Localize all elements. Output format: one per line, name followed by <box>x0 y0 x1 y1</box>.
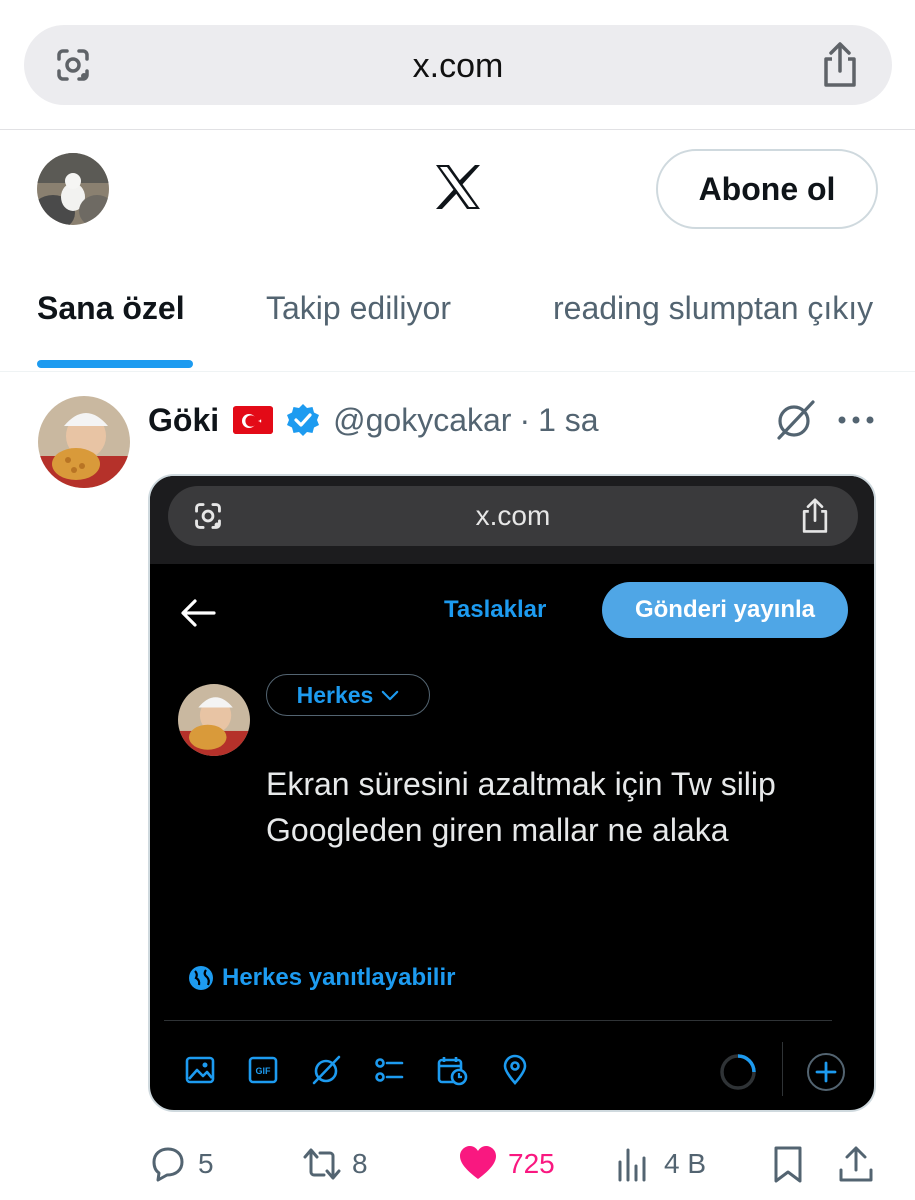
tweet-media-image[interactable]: x.com Taslaklar Gönderi yayınla Herkes E… <box>148 474 876 1112</box>
media-url-text: x.com <box>475 500 551 531</box>
author-name[interactable]: Göki <box>148 402 219 439</box>
author-avatar[interactable] <box>38 396 130 488</box>
reply-count: 5 <box>198 1148 214 1179</box>
tab-list[interactable]: reading slumptan çıkıy <box>553 290 873 327</box>
composer-text-line: Ekran süresini azaltmak için Tw silip <box>266 766 776 802</box>
grok-icon <box>312 1055 341 1085</box>
divider <box>0 129 915 130</box>
views-chart-icon <box>618 1148 646 1182</box>
author-handle[interactable]: @gokycakar <box>333 402 511 439</box>
schedule-icon <box>437 1057 468 1086</box>
tweet-time[interactable]: 1 sa <box>538 402 598 439</box>
svg-text:GIF: GIF <box>256 1066 272 1076</box>
views-button[interactable]: 4 B <box>614 1144 706 1184</box>
audience-selector: Herkes <box>266 674 430 716</box>
gif-icon: GIF <box>248 1056 278 1084</box>
share-icon[interactable] <box>818 41 862 89</box>
like-button[interactable]: 725 <box>458 1144 555 1184</box>
reply-button[interactable]: 5 <box>148 1144 214 1184</box>
active-tab-indicator <box>37 360 193 368</box>
divider <box>0 371 915 372</box>
separator-dot: · <box>519 401 531 438</box>
share-icon[interactable] <box>836 1144 876 1184</box>
bookmark-icon[interactable] <box>768 1144 808 1184</box>
reply-setting-label: Herkes yanıtlayabilir <box>222 964 456 991</box>
repost-icon <box>303 1148 341 1180</box>
timeline-tabs: Sana özel Takip ediliyor reading slumpta… <box>0 280 915 372</box>
subscribe-button[interactable]: Abone ol <box>656 149 878 229</box>
share-icon <box>802 498 828 533</box>
globe-icon <box>189 966 213 990</box>
composer-text-line: Googleden giren mallar ne alaka <box>266 812 729 848</box>
composer-toolbar: GIF <box>184 1054 531 1086</box>
like-count: 725 <box>508 1148 555 1179</box>
browser-url-bar[interactable]: x.com <box>24 25 892 105</box>
location-icon <box>503 1054 527 1085</box>
verified-badge-icon[interactable] <box>285 402 321 438</box>
more-options-icon[interactable] <box>836 408 876 432</box>
reply-icon <box>152 1147 184 1182</box>
divider <box>164 1020 832 1021</box>
character-count-ring-icon <box>720 1054 756 1090</box>
post-button: Gönderi yayınla <box>602 582 848 638</box>
add-post-icon <box>807 1053 845 1091</box>
divider <box>782 1042 783 1096</box>
composer-avatar <box>178 684 250 756</box>
view-count: 4 B <box>664 1148 707 1179</box>
tab-following[interactable]: Takip ediliyor <box>266 290 451 327</box>
tweet-header: Göki @gokycakar · 1 sa <box>148 398 599 442</box>
heart-filled-icon <box>460 1146 496 1179</box>
composer-text: Ekran süresini azaltmak için Tw silip Go… <box>266 761 856 853</box>
grok-icon[interactable] <box>773 398 817 442</box>
drafts-link: Taslaklar <box>444 596 547 623</box>
reply-setting: Herkes yanıtlayabilir <box>188 964 455 992</box>
chevron-down-icon <box>382 690 399 700</box>
audience-label: Herkes <box>296 681 374 708</box>
image-icon <box>185 1056 215 1084</box>
repost-button[interactable]: 8 <box>302 1144 368 1184</box>
turkey-flag-icon <box>233 406 274 434</box>
repost-count: 8 <box>352 1148 368 1179</box>
poll-icon <box>375 1058 404 1082</box>
profile-avatar[interactable] <box>37 153 109 225</box>
tweet-actions: 5 8 725 4 B <box>148 1140 878 1190</box>
back-arrow-icon <box>181 599 216 627</box>
media-url-bar: x.com <box>168 486 858 546</box>
x-logo-icon[interactable] <box>434 163 482 211</box>
url-text[interactable]: x.com <box>24 47 892 86</box>
tab-for-you[interactable]: Sana özel <box>37 290 185 327</box>
